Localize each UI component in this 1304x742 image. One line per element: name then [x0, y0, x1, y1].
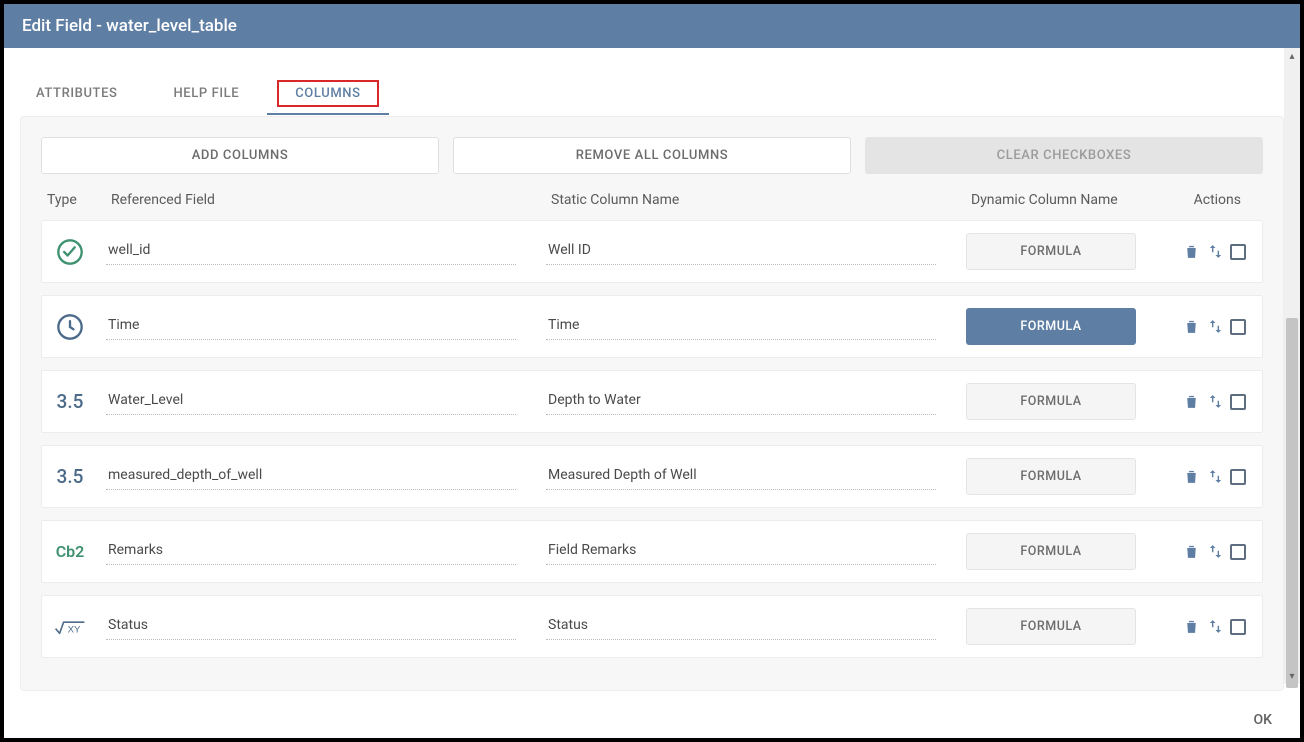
- type-icon: XY: [54, 611, 106, 643]
- table-row: Cb2Remarks Field Remarks FORMULA: [41, 520, 1263, 583]
- referenced-field-input[interactable]: measured_depth_of_well: [106, 463, 516, 490]
- header-dynamic: Dynamic Column Name: [971, 192, 1161, 208]
- reorder-icon[interactable]: [1206, 618, 1224, 636]
- formula-button[interactable]: FORMULA: [966, 383, 1136, 420]
- row-actions: [1156, 468, 1246, 486]
- referenced-field-input[interactable]: well_id: [106, 238, 516, 265]
- reorder-icon[interactable]: [1206, 543, 1224, 561]
- type-icon: [54, 236, 106, 268]
- table-row: Time Time FORMULA: [41, 295, 1263, 358]
- table-header-row: Type Referenced Field Static Column Name…: [41, 192, 1263, 220]
- reorder-icon[interactable]: [1206, 243, 1224, 261]
- row-actions: [1156, 243, 1246, 261]
- referenced-field-input[interactable]: Status: [106, 613, 516, 640]
- static-column-name-input[interactable]: Status: [546, 613, 936, 640]
- tab-columns[interactable]: COLUMNS: [267, 76, 388, 115]
- row-actions: [1156, 318, 1246, 336]
- static-column-name-input[interactable]: Well ID: [546, 238, 936, 265]
- table-row: 3.5Water_Level Depth to Water FORMULA: [41, 370, 1263, 433]
- reorder-icon[interactable]: [1206, 393, 1224, 411]
- referenced-field-input[interactable]: Water_Level: [106, 388, 516, 415]
- static-column-name-input[interactable]: Time: [546, 313, 936, 340]
- reorder-icon[interactable]: [1206, 468, 1224, 486]
- referenced-field-input[interactable]: Remarks: [106, 538, 516, 565]
- header-static: Static Column Name: [551, 192, 971, 208]
- static-column-name-input[interactable]: Depth to Water: [546, 388, 936, 415]
- edit-field-dialog: Edit Field - water_level_table ATTRIBUTE…: [4, 4, 1300, 738]
- clear-checkboxes-button: CLEAR CHECKBOXES: [865, 137, 1263, 174]
- row-checkbox[interactable]: [1230, 394, 1246, 410]
- header-actions: Actions: [1161, 192, 1241, 208]
- referenced-field-input[interactable]: Time: [106, 313, 516, 340]
- scroll-down-icon[interactable]: ▾: [1284, 668, 1300, 684]
- formula-button[interactable]: FORMULA: [966, 533, 1136, 570]
- dialog-title: Edit Field - water_level_table: [4, 4, 1300, 48]
- scroll-up-icon[interactable]: ▴: [1284, 48, 1300, 64]
- row-checkbox[interactable]: [1230, 544, 1246, 560]
- type-icon: [54, 311, 106, 343]
- formula-button[interactable]: FORMULA: [966, 458, 1136, 495]
- row-checkbox[interactable]: [1230, 469, 1246, 485]
- table-row: well_id Well ID FORMULA: [41, 220, 1263, 283]
- formula-button[interactable]: FORMULA: [966, 608, 1136, 645]
- row-actions: [1156, 543, 1246, 561]
- type-icon: Cb2: [54, 536, 106, 568]
- content-area: ATTRIBUTES HELP FILE COLUMNS ADD COLUMNS…: [4, 48, 1300, 738]
- add-columns-button[interactable]: ADD COLUMNS: [41, 137, 439, 174]
- static-column-name-input[interactable]: Measured Depth of Well: [546, 463, 936, 490]
- header-type: Type: [47, 192, 111, 208]
- delete-icon[interactable]: [1182, 243, 1200, 261]
- table-row: XY Status Status FORMULA: [41, 595, 1263, 658]
- delete-icon[interactable]: [1182, 468, 1200, 486]
- delete-icon[interactable]: [1182, 393, 1200, 411]
- table-row: 3.5measured_depth_of_well Measured Depth …: [41, 445, 1263, 508]
- row-actions: [1156, 393, 1246, 411]
- tab-help-file[interactable]: HELP FILE: [145, 76, 267, 115]
- remove-all-columns-button[interactable]: REMOVE ALL COLUMNS: [453, 137, 851, 174]
- row-checkbox[interactable]: [1230, 619, 1246, 635]
- scroll-thumb[interactable]: [1286, 318, 1298, 688]
- svg-text:XY: XY: [68, 624, 81, 635]
- panel-toolbar: ADD COLUMNS REMOVE ALL COLUMNS CLEAR CHE…: [41, 137, 1263, 174]
- type-icon: 3.5: [54, 461, 106, 493]
- vertical-scrollbar[interactable]: ▴ ▾: [1284, 48, 1300, 684]
- formula-button[interactable]: FORMULA: [966, 308, 1136, 345]
- delete-icon[interactable]: [1182, 318, 1200, 336]
- columns-panel: ADD COLUMNS REMOVE ALL COLUMNS CLEAR CHE…: [20, 116, 1284, 691]
- delete-icon[interactable]: [1182, 543, 1200, 561]
- header-referenced: Referenced Field: [111, 192, 551, 208]
- delete-icon[interactable]: [1182, 618, 1200, 636]
- row-actions: [1156, 618, 1246, 636]
- static-column-name-input[interactable]: Field Remarks: [546, 538, 936, 565]
- row-checkbox[interactable]: [1230, 244, 1246, 260]
- tab-attributes[interactable]: ATTRIBUTES: [32, 76, 145, 115]
- formula-button[interactable]: FORMULA: [966, 233, 1136, 270]
- row-checkbox[interactable]: [1230, 319, 1246, 335]
- tab-bar: ATTRIBUTES HELP FILE COLUMNS: [20, 48, 1284, 116]
- type-icon: 3.5: [54, 386, 106, 418]
- reorder-icon[interactable]: [1206, 318, 1224, 336]
- ok-button[interactable]: OK: [1254, 712, 1273, 728]
